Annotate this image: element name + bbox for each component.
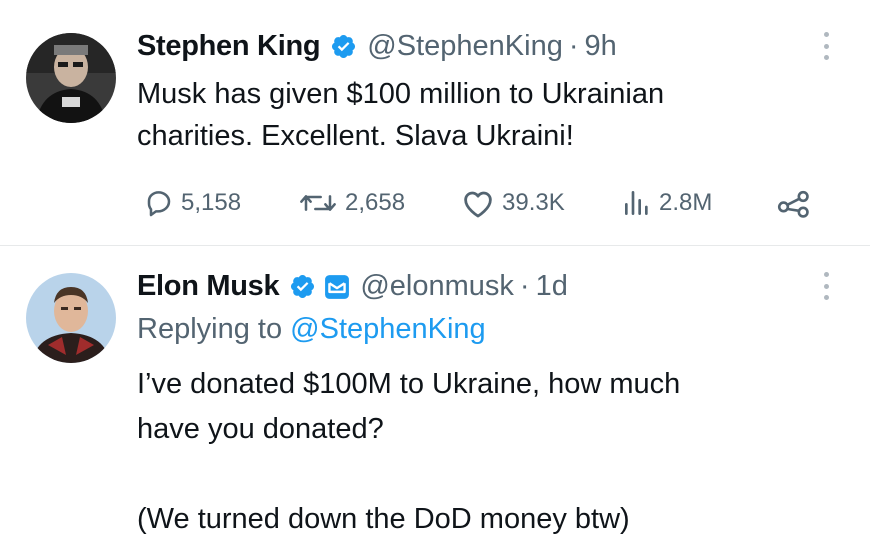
- like-icon: [460, 187, 496, 219]
- tweet-header: Stephen King @StephenKing · 9h: [137, 30, 617, 63]
- views-count: 2.8M: [659, 189, 713, 216]
- verified-badge-icon[interactable]: [330, 33, 357, 60]
- avatar[interactable]: [26, 273, 116, 363]
- separator-dot: ·: [568, 30, 579, 62]
- more-options-icon[interactable]: [818, 268, 834, 304]
- verified-badge-icon[interactable]: [289, 273, 316, 300]
- government-badge-icon[interactable]: [324, 274, 350, 300]
- tweet-text: I’ve donated $100M to Ukraine, how much …: [137, 368, 681, 535]
- tweet-stephen-king[interactable]: Stephen King @StephenKing · 9h Musk has …: [0, 0, 870, 245]
- avatar-stephen-king-image: [26, 33, 116, 123]
- handle[interactable]: @elonmusk: [360, 270, 514, 303]
- tweet-elon-musk[interactable]: Elon Musk @elonmusk · 1d Replying to @St…: [0, 246, 870, 543]
- timestamp[interactable]: 9h: [585, 30, 617, 63]
- reply-icon: [143, 187, 175, 219]
- like-button[interactable]: 39.3K: [460, 183, 565, 223]
- display-name[interactable]: Stephen King: [137, 30, 321, 63]
- tweet-header: Elon Musk @elonmusk · 1d: [137, 270, 568, 303]
- tweet-actions: 5,158 2,658 39.3K 2.8M: [137, 183, 827, 223]
- timestamp[interactable]: 1d: [536, 270, 568, 303]
- retweet-count: 2,658: [345, 189, 406, 216]
- reply-context: Replying to @StephenKing: [137, 313, 486, 346]
- avatar[interactable]: [26, 33, 116, 123]
- more-options-icon[interactable]: [818, 28, 834, 64]
- views-button[interactable]: 2.8M: [621, 183, 712, 223]
- separator-dot: ·: [519, 270, 530, 302]
- views-icon: [621, 187, 653, 219]
- retweet-icon: [297, 187, 339, 219]
- share-button[interactable]: [777, 183, 811, 223]
- reply-count: 5,158: [181, 189, 242, 216]
- like-count: 39.3K: [502, 189, 565, 216]
- reply-prefix: Replying to: [137, 313, 283, 345]
- handle[interactable]: @StephenKing: [367, 30, 563, 63]
- reply-mention-link[interactable]: @StephenKing: [290, 313, 486, 345]
- tweet-text: Musk has given $100 million to Ukrainian…: [137, 78, 665, 152]
- avatar-elon-musk-image: [26, 273, 116, 363]
- share-icon: [777, 187, 811, 219]
- reply-button[interactable]: 5,158: [143, 183, 241, 223]
- retweet-button[interactable]: 2,658: [297, 183, 405, 223]
- display-name[interactable]: Elon Musk: [137, 270, 280, 303]
